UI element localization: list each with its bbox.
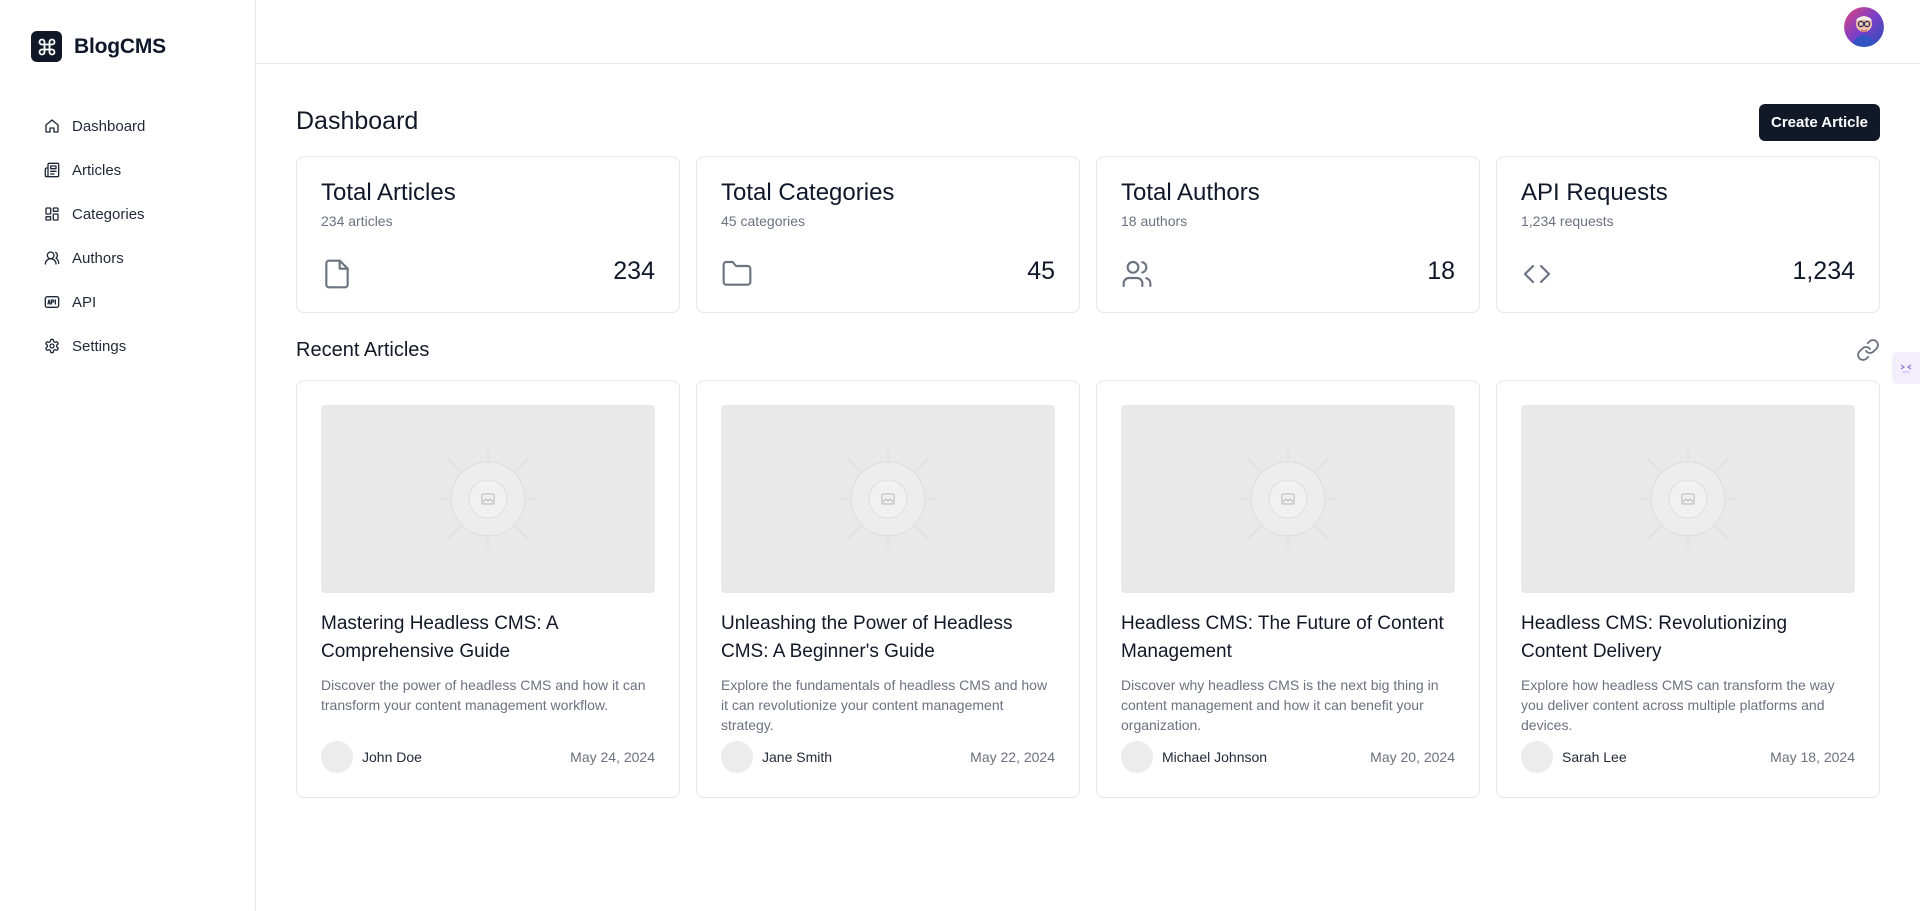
author-name: John Doe xyxy=(362,749,422,765)
stat-value: 45 xyxy=(1027,257,1055,285)
create-article-button[interactable]: Create Article xyxy=(1759,104,1880,141)
article-excerpt: Discover why headless CMS is the next bi… xyxy=(1121,677,1439,733)
command-icon xyxy=(31,31,62,62)
author-avatar xyxy=(1121,741,1153,773)
gear-icon xyxy=(45,338,59,354)
sidebar-item-settings[interactable]: Settings xyxy=(31,324,241,368)
article-title[interactable]: Unleashing the Power of Headless CMS: A … xyxy=(721,610,1055,666)
newspaper-icon xyxy=(44,162,60,178)
stat-card-api: API Requests 1,234 requests 1,234 xyxy=(1496,156,1880,313)
app-root: BlogCMS Dashboard Articles Categories Au… xyxy=(0,0,1920,911)
stats-row: Total Articles 234 articles 234 Total Ca… xyxy=(296,156,1880,313)
user-avatar[interactable] xyxy=(1844,7,1884,47)
sidebar-item-dashboard[interactable]: Dashboard xyxy=(31,104,241,148)
article-date: May 18, 2024 xyxy=(1770,749,1855,765)
stat-card-categories: Total Categories 45 categories 45 xyxy=(696,156,1080,313)
article-date: May 20, 2024 xyxy=(1370,749,1455,765)
stat-subtitle: 234 articles xyxy=(321,213,393,229)
sidebar-item-label: Settings xyxy=(72,337,127,355)
file-icon xyxy=(325,259,349,289)
stat-title: Total Authors xyxy=(1121,179,1260,206)
stat-title: Total Categories xyxy=(721,179,895,206)
sidebar-item-articles[interactable]: Articles xyxy=(31,148,241,192)
sidebar: BlogCMS Dashboard Articles Categories Au… xyxy=(0,0,256,911)
author-avatar xyxy=(1521,741,1553,773)
brand[interactable]: BlogCMS xyxy=(31,31,166,62)
link-icon[interactable] xyxy=(1856,338,1880,362)
author-name: Sarah Lee xyxy=(1562,749,1627,765)
author-name: Jane Smith xyxy=(762,749,833,765)
recent-articles-title: Recent Articles xyxy=(296,339,430,361)
article-card[interactable]: Headless CMS: The Future of Content Mana… xyxy=(1096,380,1480,798)
article-card[interactable]: Unleashing the Power of Headless CMS: A … xyxy=(696,380,1080,798)
article-thumbnail xyxy=(321,405,655,593)
image-placeholder-icon xyxy=(1238,449,1338,549)
sidebar-item-label: Categories xyxy=(72,205,145,223)
sidebar-item-authors[interactable]: Authors xyxy=(31,236,241,280)
article-thumbnail xyxy=(721,405,1055,593)
image-placeholder-icon xyxy=(838,449,938,549)
article-footer: John Doe May 24, 2024 xyxy=(321,741,655,773)
article-card[interactable]: Headless CMS: Revolutionizing Content De… xyxy=(1496,380,1880,798)
side-widget-tab[interactable] xyxy=(1892,352,1920,384)
sidebar-item-label: Dashboard xyxy=(72,117,146,135)
author-avatar xyxy=(321,741,353,773)
users-icon xyxy=(44,251,60,265)
brand-name: BlogCMS xyxy=(74,34,166,58)
stat-title: Total Articles xyxy=(321,179,456,206)
api-icon xyxy=(44,296,60,308)
article-title[interactable]: Headless CMS: The Future of Content Mana… xyxy=(1121,610,1455,666)
article-footer: Sarah Lee May 18, 2024 xyxy=(1521,741,1855,773)
article-excerpt: Discover the power of headless CMS and h… xyxy=(321,677,646,713)
article-excerpt: Explore how headless CMS can transform t… xyxy=(1521,677,1835,733)
grid-icon xyxy=(45,207,59,221)
home-icon xyxy=(45,119,59,133)
articles-grid: Mastering Headless CMS: A Comprehensive … xyxy=(296,380,1880,798)
sidebar-item-categories[interactable]: Categories xyxy=(31,192,241,236)
article-date: May 24, 2024 xyxy=(570,749,655,765)
page-title: Dashboard xyxy=(296,107,419,135)
article-thumbnail xyxy=(1121,405,1455,593)
article-date: May 22, 2024 xyxy=(970,749,1055,765)
article-thumbnail xyxy=(1521,405,1855,593)
stat-title: API Requests xyxy=(1521,179,1668,206)
sidebar-item-label: API xyxy=(72,293,97,311)
article-footer: Michael Johnson May 20, 2024 xyxy=(1121,741,1455,773)
image-placeholder-icon xyxy=(438,449,538,549)
stat-subtitle: 1,234 requests xyxy=(1521,213,1614,229)
top-bar xyxy=(256,0,1920,64)
stat-value: 1,234 xyxy=(1792,257,1855,285)
stat-card-articles: Total Articles 234 articles 234 xyxy=(296,156,680,313)
article-title[interactable]: Headless CMS: Revolutionizing Content De… xyxy=(1521,610,1855,666)
sidebar-item-label: Authors xyxy=(72,249,124,267)
image-placeholder-icon xyxy=(1638,449,1738,549)
author-name: Michael Johnson xyxy=(1162,749,1268,765)
assistant-icon xyxy=(1900,364,1912,373)
stat-subtitle: 18 authors xyxy=(1121,213,1188,229)
stat-value: 234 xyxy=(613,257,655,285)
article-excerpt: Explore the fundamentals of headless CMS… xyxy=(721,677,1048,733)
article-footer: Jane Smith May 22, 2024 xyxy=(721,741,1055,773)
code-icon xyxy=(1523,264,1551,284)
sidebar-item-api[interactable]: API xyxy=(31,280,241,324)
users-icon xyxy=(1122,260,1152,288)
stat-value: 18 xyxy=(1427,257,1455,285)
sidebar-nav: Dashboard Articles Categories Authors AP… xyxy=(31,104,241,368)
stat-subtitle: 45 categories xyxy=(721,213,806,229)
stat-card-authors: Total Authors 18 authors 18 xyxy=(1096,156,1480,313)
article-title[interactable]: Mastering Headless CMS: A Comprehensive … xyxy=(321,610,655,666)
author-avatar xyxy=(721,741,753,773)
folder-icon xyxy=(722,260,752,286)
sidebar-item-label: Articles xyxy=(72,161,122,179)
article-card[interactable]: Mastering Headless CMS: A Comprehensive … xyxy=(296,380,680,798)
